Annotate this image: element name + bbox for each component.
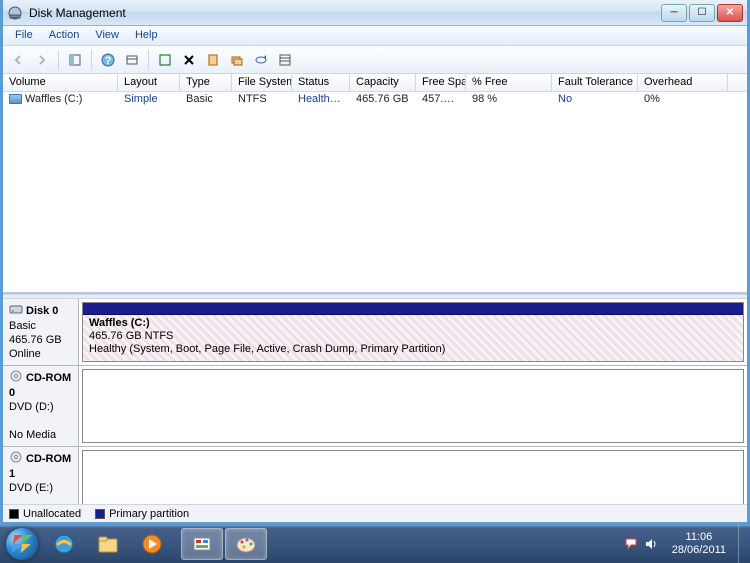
cell-overhead: 0%: [638, 92, 728, 108]
col-volume[interactable]: Volume: [3, 74, 118, 91]
menu-view[interactable]: View: [87, 26, 127, 45]
volume-icon[interactable]: [644, 537, 658, 551]
no-media[interactable]: [82, 369, 744, 443]
col-overhead[interactable]: Overhead: [638, 74, 728, 91]
col-layout[interactable]: Layout: [118, 74, 180, 91]
legend-unallocated-label: Unallocated: [23, 508, 81, 520]
content-area: Volume Layout Type File System Status Ca…: [3, 74, 747, 522]
delete-button[interactable]: [178, 49, 200, 71]
disc-icon: [9, 451, 23, 467]
menubar: File Action View Help: [3, 26, 747, 46]
disk-label: CD-ROM 0 DVD (D:) No Media: [3, 366, 79, 446]
clock[interactable]: 11:06 28/06/2011: [664, 531, 734, 557]
cell-type: Basic: [180, 92, 232, 108]
disk-management-window: Disk Management ─ ☐ ✕ File Action View H…: [0, 0, 750, 525]
window-title: Disk Management: [29, 6, 661, 20]
column-headers: Volume Layout Type File System Status Ca…: [3, 74, 747, 92]
volume-row[interactable]: Waffles (C:) Simple Basic NTFS Healthy (…: [3, 92, 747, 108]
volume-list: Volume Layout Type File System Status Ca…: [3, 74, 747, 294]
col-capacity[interactable]: Capacity: [350, 74, 416, 91]
menu-action[interactable]: Action: [41, 26, 88, 45]
windows-logo-icon: [6, 528, 38, 560]
time: 11:06: [672, 531, 726, 544]
legend-unallocated-swatch: [9, 509, 19, 519]
action-center-icon[interactable]: [624, 537, 638, 551]
cell-fault: No: [552, 92, 638, 108]
drive-icon: [9, 94, 22, 104]
separator: [91, 50, 92, 70]
refresh-button[interactable]: [154, 49, 176, 71]
taskbar-media-player[interactable]: [131, 528, 173, 560]
disk-row-cdrom1[interactable]: CD-ROM 1 DVD (E:) No Media: [3, 447, 747, 504]
col-type[interactable]: Type: [180, 74, 232, 91]
rescan-button[interactable]: [250, 49, 272, 71]
disk-row-cdrom0[interactable]: CD-ROM 0 DVD (D:) No Media: [3, 366, 747, 447]
hdd-icon: [9, 303, 23, 319]
col-pctfree[interactable]: % Free: [466, 74, 552, 91]
back-button[interactable]: [7, 49, 29, 71]
partition-text: Waffles (C:) 465.76 GB NTFS Healthy (Sys…: [83, 315, 743, 358]
col-freespace[interactable]: Free Spa...: [416, 74, 466, 91]
toolbar: ?: [3, 46, 747, 74]
cell-free: 457.27 GB: [416, 92, 466, 108]
taskbar-ie[interactable]: [43, 528, 85, 560]
cell-volume: Waffles (C:): [3, 92, 118, 108]
maximize-button[interactable]: ☐: [689, 4, 715, 22]
system-tray[interactable]: 11:06 28/06/2011: [620, 531, 738, 557]
legend: Unallocated Primary partition: [3, 504, 747, 522]
disk-row-0[interactable]: Disk 0 Basic 465.76 GB Online Waffles (C…: [3, 299, 747, 366]
app-icon: [7, 5, 23, 21]
minimize-button[interactable]: ─: [661, 4, 687, 22]
menu-help[interactable]: Help: [127, 26, 166, 45]
partition-stripe: [83, 303, 743, 315]
separator: [148, 50, 149, 70]
col-fault[interactable]: Fault Tolerance: [552, 74, 638, 91]
properties-button[interactable]: [202, 49, 224, 71]
date: 28/06/2011: [672, 544, 726, 557]
help-button[interactable]: ?: [97, 49, 119, 71]
legend-primary-label: Primary partition: [109, 508, 189, 520]
disk-label: Disk 0 Basic 465.76 GB Online: [3, 299, 79, 365]
no-media[interactable]: [82, 450, 744, 504]
cell-layout: Simple: [118, 92, 180, 108]
taskbar: 11:06 28/06/2011: [0, 525, 750, 563]
graphical-view: Disk 0 Basic 465.76 GB Online Waffles (C…: [3, 299, 747, 504]
show-hide-button[interactable]: [64, 49, 86, 71]
settings-button[interactable]: [121, 49, 143, 71]
cell-pct: 98 %: [466, 92, 552, 108]
taskbar-disk-management[interactable]: [181, 528, 223, 560]
window-controls: ─ ☐ ✕: [661, 4, 743, 22]
partition-c[interactable]: Waffles (C:) 465.76 GB NTFS Healthy (Sys…: [82, 302, 744, 362]
menu-file[interactable]: File: [7, 26, 41, 45]
action-button[interactable]: [226, 49, 248, 71]
list-button[interactable]: [274, 49, 296, 71]
cell-status: Healthy (S...: [292, 92, 350, 108]
separator: [58, 50, 59, 70]
disk-partitions: Waffles (C:) 465.76 GB NTFS Healthy (Sys…: [79, 299, 747, 365]
disk-label: CD-ROM 1 DVD (E:) No Media: [3, 447, 79, 504]
legend-primary-swatch: [95, 509, 105, 519]
cell-fs: NTFS: [232, 92, 292, 108]
disc-icon: [9, 370, 23, 386]
taskbar-explorer[interactable]: [87, 528, 129, 560]
disk-partitions: [79, 447, 747, 504]
disk-partitions: [79, 366, 747, 446]
svg-text:?: ?: [105, 55, 112, 67]
col-filesystem[interactable]: File System: [232, 74, 292, 91]
cell-capacity: 465.76 GB: [350, 92, 416, 108]
col-status[interactable]: Status: [292, 74, 350, 91]
taskbar-paint[interactable]: [225, 528, 267, 560]
close-button[interactable]: ✕: [717, 4, 743, 22]
start-button[interactable]: [2, 525, 42, 563]
forward-button[interactable]: [31, 49, 53, 71]
volume-rows[interactable]: Waffles (C:) Simple Basic NTFS Healthy (…: [3, 92, 747, 292]
titlebar[interactable]: Disk Management ─ ☐ ✕: [3, 0, 747, 26]
show-desktop-button[interactable]: [738, 525, 748, 563]
